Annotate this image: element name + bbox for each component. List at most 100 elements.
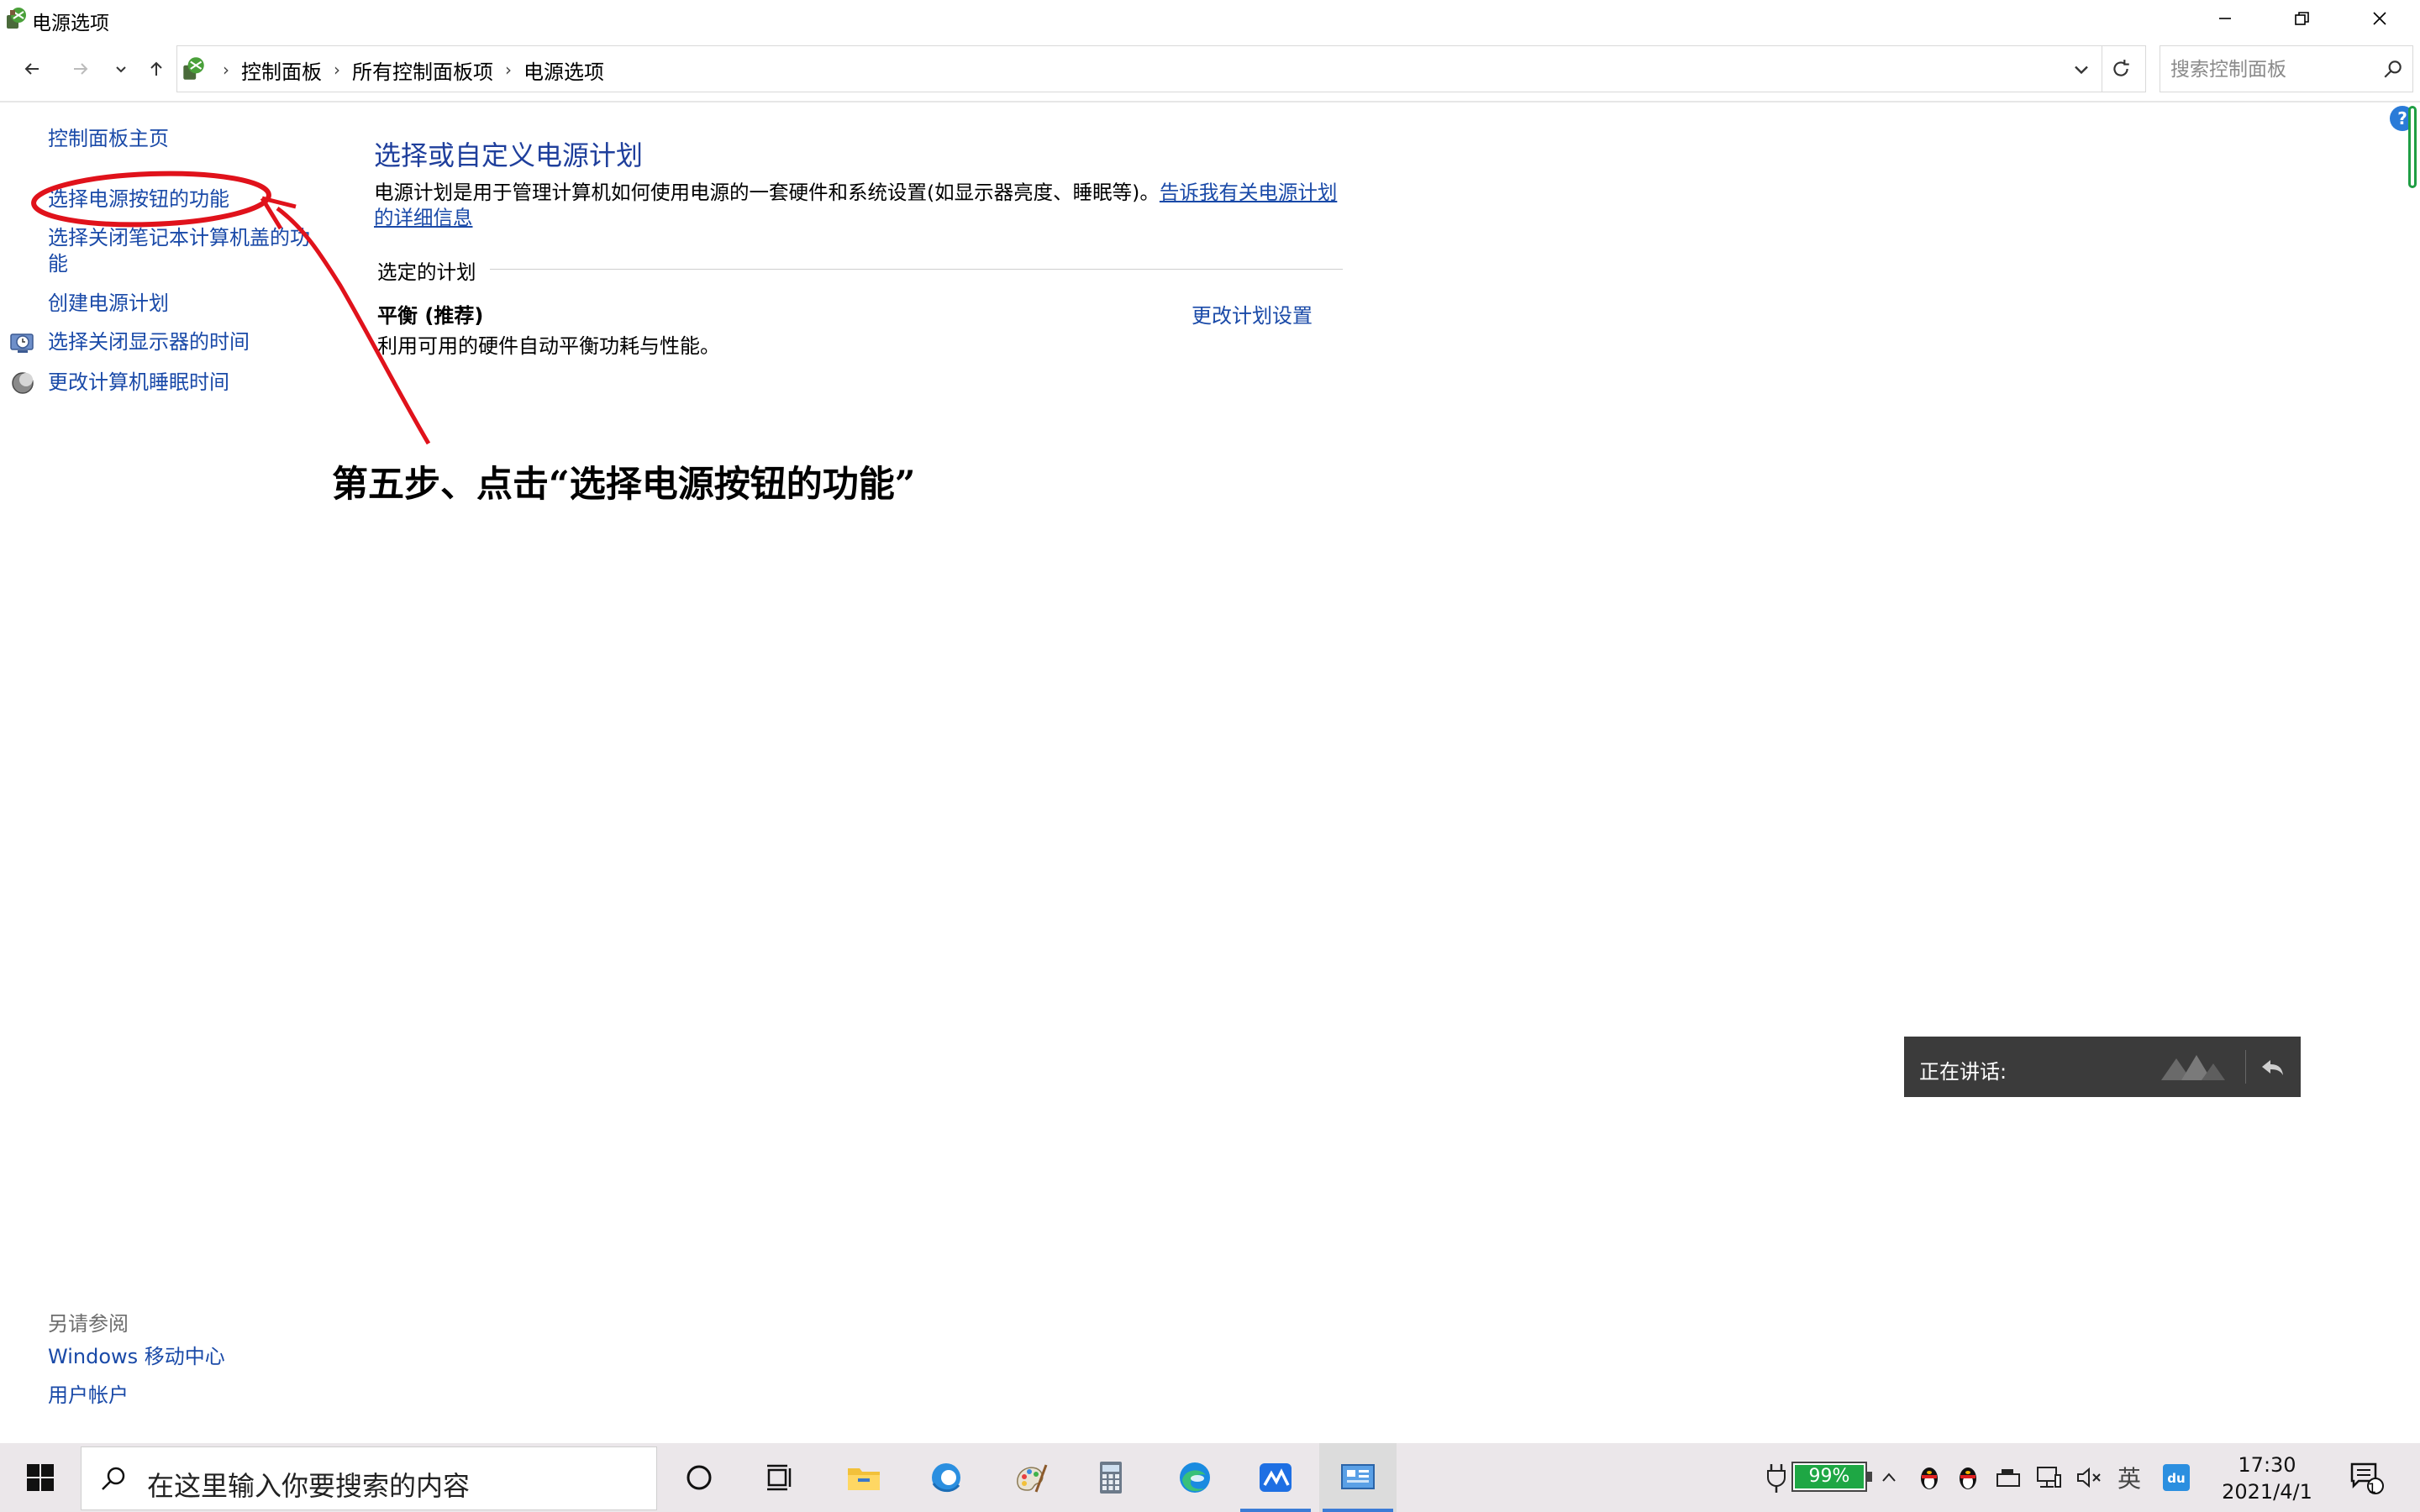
speaking-label: 正在讲话: — [1919, 1060, 2007, 1084]
breadcrumb-separator: › — [223, 60, 229, 80]
control-panel-icon — [183, 57, 204, 80]
search-icon[interactable] — [2382, 58, 2404, 80]
window-title: 电源选项 — [32, 13, 109, 34]
meeting-logo-icon — [2161, 1055, 2225, 1080]
power-plug-icon — [1767, 1464, 1786, 1493]
show-hidden-icons-button[interactable] — [1874, 1443, 1904, 1512]
task-view-icon — [767, 1464, 792, 1491]
breadcrumb-separator[interactable]: › — [334, 60, 340, 80]
task-view-button[interactable] — [741, 1443, 818, 1512]
user-accounts-link[interactable]: 用户帐户 — [48, 1383, 129, 1409]
create-power-plan-link[interactable]: 创建电源计划 — [48, 291, 169, 317]
change-plan-settings-link[interactable]: 更改计划设置 — [1192, 299, 1313, 328]
meeting-app-button[interactable] — [1237, 1443, 1314, 1512]
up-button[interactable] — [139, 50, 173, 87]
speaking-popup: 正在讲话: — [1904, 1037, 2301, 1097]
battery-percent: 99% — [1808, 1466, 1850, 1487]
display-clock-icon — [10, 333, 34, 353]
paint-palette-icon — [1017, 1464, 1048, 1493]
power-options-icon — [7, 8, 26, 29]
breadcrumb: › 控制面板 › 所有控制面板项 › 电源选项 — [211, 46, 604, 93]
usb-device-icon — [1996, 1469, 2020, 1487]
taskbar-search-placeholder: 在这里输入你要搜索的内容 — [147, 1470, 471, 1502]
close-button[interactable] — [2341, 0, 2418, 37]
back-button[interactable] — [15, 50, 49, 87]
page-title: 选择或自定义电源计划 — [374, 139, 644, 171]
search-input[interactable] — [2160, 46, 2382, 93]
section-divider — [490, 269, 1343, 270]
refresh-icon — [2112, 60, 2129, 76]
control-panel-home-link[interactable]: 控制面板主页 — [48, 126, 169, 152]
windows-mobility-center-link[interactable]: Windows 移动中心 — [48, 1344, 225, 1370]
clock-date: 2021/4/1 — [2222, 1480, 2312, 1504]
qq-tray-2[interactable] — [1951, 1443, 1985, 1512]
refresh-button[interactable] — [2096, 45, 2146, 92]
browser-app-button[interactable] — [908, 1443, 985, 1512]
taskbar-search[interactable]: 在这里输入你要搜索的内容 — [81, 1446, 657, 1510]
taskbar-clock[interactable]: 17:30 2021/4/1 — [2217, 1452, 2317, 1505]
breadcrumb-separator[interactable]: › — [505, 60, 512, 80]
selected-plan-label: 选定的计划 — [377, 260, 476, 284]
display-off-time-label: 选择关闭显示器的时间 — [48, 330, 250, 354]
baidu-tray[interactable]: du — [2160, 1443, 2193, 1512]
chevron-down-icon — [116, 66, 126, 73]
qq-penguin-icon — [1960, 1467, 1976, 1489]
start-button[interactable] — [0, 1443, 81, 1512]
control-panel-taskbar-button[interactable] — [1319, 1443, 1397, 1512]
search-box[interactable] — [2160, 45, 2413, 93]
display-off-time-link[interactable]: 选择关闭显示器的时间 — [10, 329, 250, 355]
address-bar[interactable]: › 控制面板 › 所有控制面板项 › 电源选项 — [176, 45, 2102, 92]
cortana-button[interactable] — [660, 1443, 738, 1512]
breadcrumb-control-panel[interactable]: 控制面板 — [241, 55, 322, 85]
edge-button[interactable] — [1156, 1443, 1234, 1512]
forward-button[interactable] — [64, 50, 97, 87]
paint-button[interactable] — [992, 1443, 1069, 1512]
notification-icon — [2350, 1462, 2384, 1494]
chevron-up-icon — [1882, 1473, 1896, 1482]
control-panel-icon — [1341, 1464, 1375, 1489]
close-icon — [2373, 12, 2386, 25]
breadcrumb-power-options[interactable]: 电源选项 — [523, 55, 604, 85]
reply-icon[interactable] — [2257, 1052, 2287, 1082]
calculator-button[interactable] — [1072, 1443, 1150, 1512]
network-tray[interactable] — [2032, 1443, 2065, 1512]
plan-description: 利用可用的硬件自动平衡功耗与性能。 — [377, 334, 720, 358]
calculator-icon — [1100, 1462, 1122, 1494]
file-explorer-button[interactable] — [825, 1443, 902, 1512]
qq-penguin-icon — [1921, 1467, 1938, 1489]
recent-locations-button[interactable] — [106, 50, 136, 87]
browser-icon — [932, 1463, 960, 1492]
choose-lid-close-link[interactable]: 选择关闭笔记本计算机盖的功能 — [48, 225, 317, 277]
input-method-tray[interactable]: 英 — [2112, 1443, 2146, 1512]
windows-logo-icon — [27, 1464, 54, 1491]
battery-indicator[interactable]: 99% — [1791, 1462, 1872, 1492]
minimize-button[interactable] — [2186, 0, 2264, 37]
meeting-app-icon — [1260, 1463, 1292, 1492]
volume-tray[interactable] — [2072, 1443, 2106, 1512]
sleep-time-link[interactable]: 更改计算机睡眠时间 — [12, 370, 229, 396]
scrollbar-thumb[interactable] — [2408, 106, 2417, 188]
help-icon: ? — [2397, 108, 2407, 129]
network-icon — [2037, 1467, 2061, 1488]
clock-time: 17:30 — [2238, 1453, 2296, 1477]
popup-divider — [2245, 1050, 2246, 1084]
battery-nub — [1867, 1472, 1872, 1482]
search-icon — [102, 1467, 125, 1490]
edge-icon — [1180, 1462, 1210, 1493]
description-text: 电源计划是用于管理计算机如何使用电源的一套硬件和系统设置(如显示器亮度、睡眠等)… — [374, 181, 1160, 204]
toolbar-divider — [0, 101, 2420, 102]
address-dropdown-icon[interactable] — [2070, 58, 2093, 81]
up-arrow-icon — [150, 61, 162, 76]
notification-count: 1 — [2368, 1480, 2377, 1496]
plan-name: 平衡 (推荐) — [377, 304, 484, 328]
svg-text:du: du — [2167, 1471, 2185, 1486]
restore-icon — [2295, 12, 2309, 25]
restore-button[interactable] — [2264, 0, 2341, 37]
notification-center-button[interactable]: 1 — [2344, 1443, 2390, 1512]
annotation-text: 第五步、点击“选择电源按钮的功能” — [332, 464, 916, 506]
breadcrumb-all-items[interactable]: 所有控制面板项 — [352, 55, 493, 85]
qq-tray-1[interactable] — [1912, 1443, 1946, 1512]
device-tray[interactable] — [1991, 1443, 2025, 1512]
choose-power-button-link[interactable]: 选择电源按钮的功能 — [48, 186, 229, 213]
power-plug-tray[interactable] — [1761, 1443, 1791, 1512]
